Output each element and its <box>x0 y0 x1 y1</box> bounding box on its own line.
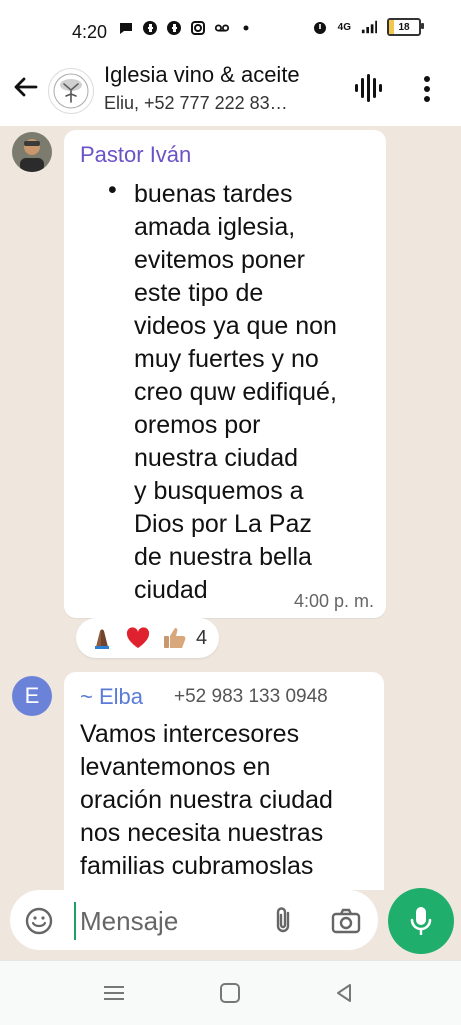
back-nav-button[interactable] <box>330 981 358 1005</box>
emoji-icon <box>25 907 53 935</box>
sender-avatar[interactable] <box>12 132 52 172</box>
message-time: 4:00 p. m. <box>293 591 374 611</box>
voice-waveform-icon <box>355 74 382 102</box>
system-nav-bar <box>0 960 461 1025</box>
status-notification-icons <box>118 20 254 36</box>
sender-phone[interactable]: +52 983 133 0948 <box>174 686 328 708</box>
message-text: Vamos intercesores levantemonos en oraci… <box>80 720 333 880</box>
sender-avatar[interactable]: E <box>12 676 52 716</box>
reaction-count: 4 <box>196 626 208 649</box>
battery-indicator: 18 <box>387 18 424 36</box>
paperclip-icon <box>276 907 290 933</box>
tree-logo-icon <box>53 73 89 109</box>
chat-title[interactable]: Iglesia vino & aceite <box>104 62 300 88</box>
attach-button[interactable] <box>270 906 298 936</box>
red-heart-icon <box>124 624 152 652</box>
home-square-icon <box>220 983 240 1003</box>
message-bubble[interactable]: Pastor Iván • buenas tardes amada iglesi… <box>64 130 386 618</box>
signal-icon <box>361 19 377 35</box>
alarm-icon <box>312 19 328 35</box>
sender-name[interactable]: Pastor Iván <box>80 142 191 168</box>
record-voice-button[interactable] <box>388 888 454 954</box>
battery-level: 18 <box>398 21 410 33</box>
reactions-bar[interactable]: 4 <box>76 618 220 658</box>
status-right-icons: 4G 18 <box>312 18 424 36</box>
message-text: buenas tardes amada iglesia, evitemos po… <box>134 180 337 604</box>
group-avatar[interactable] <box>48 68 94 114</box>
list-bullet: • <box>108 176 117 204</box>
more-options-button[interactable] <box>422 74 432 104</box>
camera-icon <box>331 908 361 934</box>
facebook-icon <box>166 20 182 36</box>
network-type: 4G <box>337 21 351 33</box>
arrow-left-icon <box>14 77 38 97</box>
avatar-initial: E <box>24 683 40 708</box>
text-caret <box>74 902 76 940</box>
status-bar: 4:20 4G 18 <box>0 0 461 56</box>
chat-header: Iglesia vino & aceite Eliu, +52 777 222 … <box>0 56 461 126</box>
instagram-icon <box>190 20 206 36</box>
pastor-photo-icon <box>12 132 52 172</box>
chat-subtitle[interactable]: Eliu, +52 777 222 83… <box>104 93 288 114</box>
status-time: 4:20 <box>72 22 108 42</box>
dot-icon <box>238 20 254 36</box>
chat-bubble-icon <box>118 20 134 36</box>
voice-chat-button[interactable] <box>352 72 384 104</box>
chat-messages[interactable]: Pastor Iván • buenas tardes amada iglesi… <box>0 126 461 890</box>
battery-fill <box>389 20 395 34</box>
home-nav-button[interactable] <box>216 981 244 1005</box>
message-input-bar: Mensaje <box>0 888 461 958</box>
message-bubble[interactable]: ~ Elba +52 983 133 0948 Vamos intercesor… <box>64 672 384 890</box>
sender-name[interactable]: ~ Elba <box>80 684 143 710</box>
praying-hands-icon <box>88 624 116 652</box>
facebook-icon <box>142 20 158 36</box>
back-button[interactable] <box>12 74 38 100</box>
thumbs-up-icon <box>160 624 188 652</box>
voicemail-icon <box>214 20 230 36</box>
more-vert-icon <box>424 76 430 102</box>
microphone-icon <box>410 907 432 935</box>
message-input-box[interactable]: Mensaje <box>10 890 378 950</box>
emoji-button[interactable] <box>24 906 54 936</box>
message-input-placeholder[interactable]: Mensaje <box>80 906 178 937</box>
back-triangle-icon <box>337 984 351 1002</box>
menu-lines-icon <box>104 986 124 1000</box>
recents-nav-button[interactable] <box>100 981 128 1005</box>
camera-button[interactable] <box>330 906 362 936</box>
